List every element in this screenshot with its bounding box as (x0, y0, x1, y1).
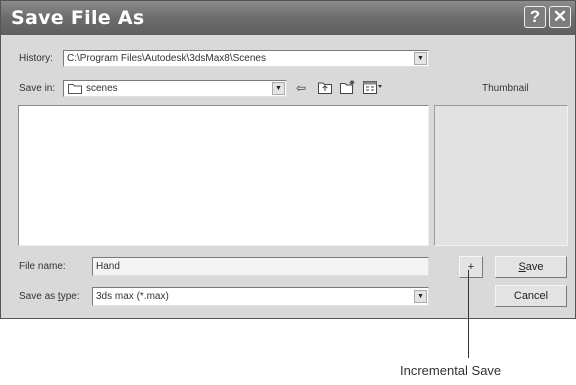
file-name-value: Hand (96, 261, 120, 272)
chevron-down-icon[interactable]: ▼ (414, 290, 427, 303)
cancel-button[interactable]: Cancel (495, 285, 567, 307)
dialog-title: Save File As (11, 7, 145, 29)
save-in-value: scenes (86, 83, 118, 94)
save-as-type-dropdown[interactable]: 3ds max (*.max) ▼ (92, 287, 429, 306)
history-label: History: (19, 53, 53, 64)
save-file-as-dialog: Save File As ? ✕ History: C:\Program Fil… (0, 0, 576, 319)
close-button[interactable]: ✕ (549, 6, 571, 28)
save-in-label: Save in: (19, 83, 56, 94)
history-dropdown[interactable]: C:\Program Files\Autodesk\3dsMax8\Scenes… (63, 50, 429, 67)
help-button[interactable]: ? (524, 6, 546, 28)
title-bar: Save File As ? ✕ (1, 1, 575, 35)
callout-line (468, 270, 469, 358)
view-menu-icon[interactable] (363, 81, 383, 94)
up-folder-icon[interactable] (318, 81, 332, 94)
save-in-dropdown[interactable]: scenes ▼ (63, 80, 287, 97)
save-as-type-value: 3ds max (*.max) (96, 291, 169, 302)
incremental-save-button[interactable]: + (459, 256, 483, 278)
thumbnail-preview (434, 105, 568, 246)
save-as-type-label: Save as type: (19, 291, 80, 302)
history-value: C:\Program Files\Autodesk\3dsMax8\Scenes (67, 53, 266, 64)
new-folder-icon[interactable] (340, 80, 356, 94)
folder-icon (68, 84, 82, 94)
back-arrow-icon[interactable]: ⇦ (296, 81, 306, 95)
incremental-save-callout: Incremental Save (400, 363, 502, 378)
thumbnail-label: Thumbnail (482, 83, 529, 94)
chevron-down-icon[interactable]: ▼ (272, 82, 285, 95)
save-button[interactable]: Save (495, 256, 567, 278)
chevron-down-icon[interactable]: ▼ (414, 52, 427, 65)
file-list[interactable] (18, 105, 429, 246)
file-name-label: File name: (19, 261, 66, 272)
file-name-input[interactable]: Hand (92, 257, 429, 276)
